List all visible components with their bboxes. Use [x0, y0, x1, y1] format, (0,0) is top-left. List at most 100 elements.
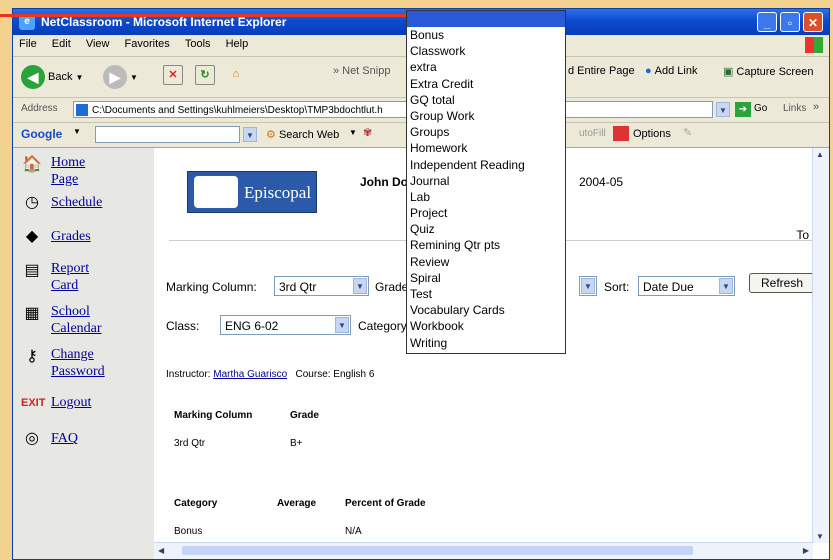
- category-option[interactable]: Writing: [407, 335, 565, 351]
- category-option[interactable]: Workbook: [407, 318, 565, 334]
- category-option[interactable]: GQ total: [407, 92, 565, 108]
- sidebar-item-grades[interactable]: ◆ Grades: [21, 226, 91, 248]
- category-option[interactable]: Test: [407, 286, 565, 302]
- calendar-label-line2: Calendar: [51, 321, 102, 336]
- google-dropdown-icon[interactable]: ▼: [243, 127, 257, 142]
- grade-label: Grade: [375, 280, 409, 294]
- search-web-button[interactable]: ⚙ Search Web: [266, 128, 339, 141]
- search-web-dropdown-icon[interactable]: ▼: [349, 128, 357, 137]
- category-option[interactable]: Project: [407, 205, 565, 221]
- category-option[interactable]: Classwork: [407, 43, 565, 59]
- sort-select[interactable]: Date Due ▼: [638, 276, 735, 296]
- add-entire-page-button[interactable]: d Entire Page: [568, 65, 635, 77]
- scroll-down-icon[interactable]: ▼: [816, 532, 824, 541]
- add-link-icon: ●: [645, 65, 652, 77]
- menu-view[interactable]: View: [80, 35, 116, 53]
- address-dropdown-icon[interactable]: ▼: [716, 102, 730, 117]
- sidebar: 🏠 Home Page ◷ Schedule ◆ Grades ▤ Report C…: [13, 148, 155, 559]
- sort-label: Sort:: [604, 280, 630, 294]
- category-option[interactable]: Homework: [407, 140, 565, 156]
- vertical-scrollbar[interactable]: ▲ ▼: [812, 148, 829, 543]
- search-web-icon: ⚙: [266, 129, 276, 141]
- go-arrow-icon[interactable]: ➔: [735, 102, 751, 117]
- category-option[interactable]: Spiral: [407, 270, 565, 286]
- category-option[interactable]: Vocabulary Cards: [407, 302, 565, 318]
- category-option[interactable]: Journal: [407, 173, 565, 189]
- options-button[interactable]: Options: [633, 128, 671, 140]
- calendar-icon: ▦: [24, 305, 40, 322]
- schedule-label: Schedule: [51, 195, 103, 210]
- category-option[interactable]: extra: [407, 59, 565, 75]
- marking-column-value-cell: 3rd Qtr: [174, 438, 206, 449]
- home-button[interactable]: ⌂: [227, 65, 245, 83]
- grade-header: Grade: [290, 410, 319, 421]
- sidebar-item-change-password[interactable]: ⚷ Change Password: [21, 346, 105, 380]
- category-option[interactable]: Lab: [407, 189, 565, 205]
- net-snip-button[interactable]: » Net Snipp: [333, 65, 390, 77]
- category-option[interactable]: Extra Credit: [407, 76, 565, 92]
- sidebar-item-home[interactable]: 🏠 Home Page: [21, 154, 85, 188]
- stop-button[interactable]: ✕: [163, 65, 183, 85]
- logo-text: Episcopal: [244, 183, 312, 202]
- back-button[interactable]: ◀ Back ▼: [21, 65, 83, 89]
- address-label: Address: [21, 103, 58, 114]
- grade-dropdown-icon: ▼: [581, 278, 595, 294]
- category-option[interactable]: Groups: [407, 124, 565, 140]
- refresh-icon: ↻: [195, 65, 215, 85]
- category-dropdown-list[interactable]: Bonus Classwork extra Extra Credit GQ to…: [406, 10, 566, 354]
- forward-dropdown-icon: ▼: [130, 72, 138, 82]
- logout-label: Logout: [51, 395, 92, 410]
- google-search-input[interactable]: [95, 126, 240, 143]
- class-label: Class:: [166, 319, 200, 333]
- google-logo[interactable]: Google: [21, 127, 62, 141]
- sidebar-item-schedule[interactable]: ◷ Schedule: [21, 192, 102, 214]
- highlighter-icon[interactable]: ✎: [683, 126, 692, 139]
- links-chevron-icon[interactable]: »: [813, 101, 819, 113]
- home-label-line2: Page: [51, 172, 79, 187]
- class-value: ENG 6-02: [225, 319, 279, 333]
- marking-column-header: Marking Column: [174, 410, 253, 421]
- scroll-left-icon[interactable]: ◀: [158, 546, 164, 555]
- links-button[interactable]: Links: [783, 103, 806, 114]
- horizontal-scroll-thumb[interactable]: [182, 546, 693, 555]
- sidebar-item-logout[interactable]: EXIT Logout: [21, 392, 91, 414]
- menu-edit[interactable]: Edit: [46, 35, 77, 53]
- address-input[interactable]: C:\Documents and Settings\kuhlmeiers\Des…: [73, 101, 713, 118]
- capture-screen-button[interactable]: ▣ Capture Screen: [723, 65, 813, 79]
- menu-favorites[interactable]: Favorites: [119, 35, 176, 53]
- menu-file[interactable]: File: [13, 35, 43, 53]
- sidebar-item-faq[interactable]: ◎ FAQ: [21, 428, 78, 450]
- marking-column-select[interactable]: 3rd Qtr ▼: [274, 276, 369, 296]
- grades-label: Grades: [51, 229, 91, 244]
- category-dropdown-selected[interactable]: [407, 11, 565, 27]
- refresh-button[interactable]: Refresh: [749, 273, 815, 293]
- sidebar-item-report-card[interactable]: ▤ Report Card: [21, 260, 89, 294]
- window-title: NetClassroom - Microsoft Internet Explor…: [41, 15, 287, 29]
- add-link-button[interactable]: ● Add Link: [645, 65, 697, 77]
- average-header: Average: [277, 498, 317, 509]
- google-menu-icon[interactable]: ▼: [73, 127, 81, 136]
- maximize-button[interactable]: ▫: [780, 12, 800, 32]
- scroll-up-icon[interactable]: ▲: [816, 150, 824, 159]
- category-option[interactable]: Independent Reading: [407, 157, 565, 173]
- menu-tools[interactable]: Tools: [179, 35, 217, 53]
- scroll-right-icon[interactable]: ▶: [803, 546, 809, 555]
- close-button[interactable]: ✕: [803, 12, 823, 32]
- menu-help[interactable]: Help: [220, 35, 255, 53]
- grade-select[interactable]: ▼: [579, 276, 597, 296]
- category-option[interactable]: Group Work: [407, 108, 565, 124]
- forward-button[interactable]: ▶ ▼: [103, 65, 138, 89]
- minimize-button[interactable]: _: [757, 12, 777, 32]
- autofill-button[interactable]: utoFill: [579, 128, 606, 139]
- category-option[interactable]: Remining Qtr pts: [407, 237, 565, 253]
- category-option[interactable]: Bonus: [407, 27, 565, 43]
- refresh-page-button[interactable]: ↻: [195, 65, 215, 85]
- instructor-link[interactable]: Martha Guarisco: [213, 369, 287, 380]
- category-option[interactable]: Review: [407, 254, 565, 270]
- class-select[interactable]: ENG 6-02 ▼: [220, 315, 351, 335]
- horizontal-scrollbar[interactable]: ◀ ▶: [154, 542, 813, 559]
- go-button[interactable]: Go: [754, 103, 767, 114]
- category-option[interactable]: Quiz: [407, 221, 565, 237]
- sidebar-item-school-calendar[interactable]: ▦ School Calendar: [21, 303, 102, 337]
- pagerank-icon[interactable]: ✾: [363, 126, 372, 139]
